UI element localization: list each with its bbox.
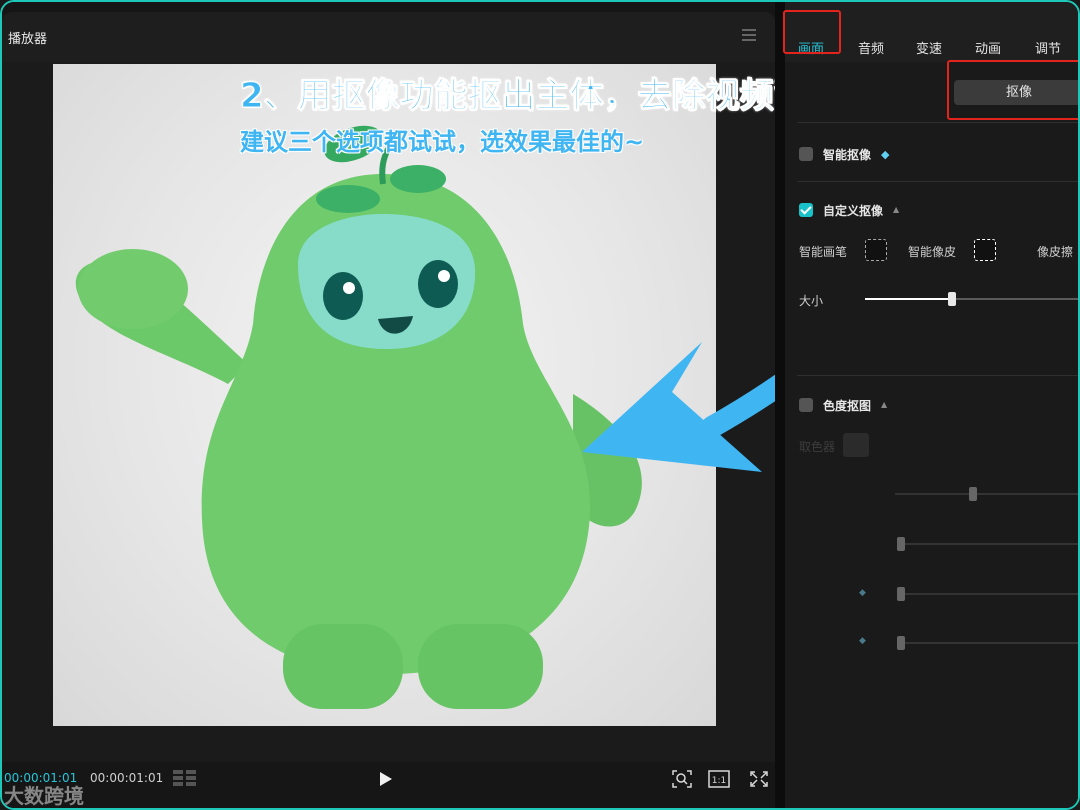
eraser-label[interactable]: 像皮擦 [1037,243,1073,260]
fullscreen-icon[interactable] [748,769,770,789]
color-picker-label: 取色器 [799,440,836,454]
total-time: 00:00:01:01 [90,771,164,785]
tab-adjust[interactable]: 调节 [1035,38,1061,57]
tab-animation[interactable]: 动画 [975,38,1001,57]
size-slider-fill [865,298,952,300]
player-header [2,12,775,62]
grid-icon[interactable] [173,770,197,786]
player-panel: 播放器 2、用抠像功能抠出主体，去除视频背景 建议三个选项都试试，选效果最佳的~… [2,2,961,808]
gem-icon: ◆ [881,148,890,161]
custom-cutout-checkbox[interactable] [799,203,813,217]
tab-audio[interactable]: 音频 [858,38,884,57]
chevron-up-icon[interactable]: ▲ [893,205,899,214]
watermark: 大数跨境 [4,784,84,808]
color-picker-button[interactable] [843,433,869,457]
size-label: 大小 [799,294,824,308]
gem-icon: ◆ [859,588,866,598]
menu-icon[interactable] [742,29,756,41]
chevron-up-icon[interactable]: ▲ [881,400,887,409]
shadow-slider-track[interactable] [900,543,1078,545]
shadow-slider-thumb[interactable] [897,537,905,551]
play-icon[interactable] [379,771,393,787]
zoom-icon[interactable] [671,769,693,789]
custom-cutout-label: 自定义抠像 [823,204,884,218]
separator [797,375,1078,376]
edge-slider-thumb[interactable] [897,587,905,601]
feather-slider-thumb[interactable] [897,636,905,650]
chroma-key-checkbox[interactable] [799,398,813,412]
smart-eraser-label[interactable]: 智能像皮 [908,243,956,260]
smart-brush-label[interactable]: 智能画笔 [799,243,847,260]
annotation-subtitle: 建议三个选项都试试，选效果最佳的~ [240,128,645,156]
intensity-slider-track[interactable] [895,493,1078,495]
smart-cutout-checkbox[interactable] [799,147,813,161]
ratio-icon[interactable]: 1:1 [708,769,730,789]
gem-icon: ◆ [859,636,866,646]
intensity-slider-thumb[interactable] [969,487,977,501]
cutout-highlight-box [947,60,1078,120]
player-title: 播放器 [8,32,48,47]
properties-panel: 画面 音频 变速 动画 调节 抠像 智能抠像 ◆ 自定义抠像 ▲ 智能画笔 智能… [783,2,1078,808]
brush-icon[interactable] [865,239,887,261]
svg-text:1:1: 1:1 [712,776,726,786]
panel-divider[interactable] [775,2,785,808]
feather-slider-track[interactable] [900,642,1078,644]
app-window: 播放器 2、用抠像功能抠出主体，去除视频背景 建议三个选项都试试，选效果最佳的~… [0,0,1080,810]
tab-highlight-box [783,10,841,54]
smart-cutout-label: 智能抠像 [823,148,872,162]
chroma-key-label: 色度抠图 [823,399,872,413]
annotation-title: 2、用抠像功能抠出主体，去除视频背景 [240,76,843,117]
separator [797,122,1078,123]
separator [797,181,1078,182]
size-slider-thumb[interactable] [948,292,956,306]
eraser-icon[interactable] [974,239,996,261]
tab-speed[interactable]: 变速 [916,38,942,57]
panel-body [785,62,1078,808]
edge-slider-track[interactable] [900,593,1078,595]
